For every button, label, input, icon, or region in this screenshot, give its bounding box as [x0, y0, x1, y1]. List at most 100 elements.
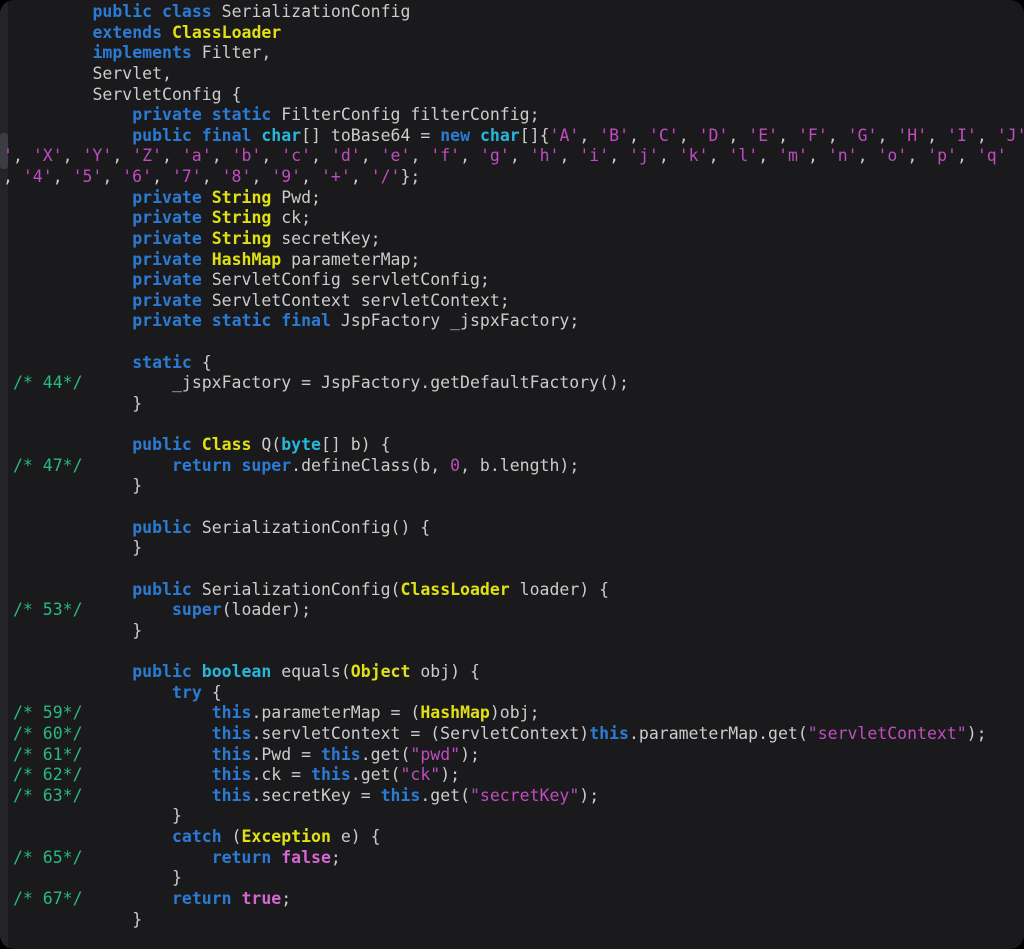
code-token-kw: private [132, 270, 202, 290]
code-token-txt: , [559, 146, 580, 166]
code-token-cmt: /* 63*/ [13, 785, 83, 805]
code-token-kw: return [211, 847, 272, 867]
terminal-window: public class SerializationConfig extends… [0, 0, 1024, 949]
code-token-str: 'h' [529, 146, 560, 166]
code-token-txt: , [52, 167, 73, 186]
code-token-txt: ); [966, 723, 987, 743]
code-token-txt: } [13, 909, 143, 929]
code-line: public SerializationConfig() { [13, 518, 1024, 539]
code-token-str: 'e' [380, 146, 411, 166]
code-token-txt: , [857, 146, 878, 166]
code-line: /* 60*/ this.servletContext = (ServletCo… [13, 724, 1024, 745]
code-line: /* 67*/ return true; [13, 889, 1024, 910]
code-token-txt: , [201, 167, 222, 186]
code-token-kw: implements [92, 43, 192, 63]
code-token-kw: static [211, 311, 272, 331]
code-token-str: 'b' [231, 146, 262, 166]
code-token-str: 'd' [330, 146, 361, 166]
code-token-txt: , [827, 125, 848, 145]
code-token-kw: this [211, 744, 252, 764]
code-token-kw: public [132, 579, 192, 599]
code-token-txt: , [728, 125, 749, 145]
code-token-txt: .defineClass(b, [291, 455, 451, 475]
code-token-txt: , [350, 167, 371, 186]
code-token-txt: Q( [251, 435, 282, 455]
code-token-txt: Filter, [191, 43, 272, 63]
code-token-cmt: /* 44*/ [13, 373, 83, 393]
code-token-txt: .get( [420, 785, 470, 805]
code-token-txt: , [907, 146, 928, 166]
code-token-str: 'g' [480, 146, 510, 166]
code-token-txt: equals( [271, 662, 351, 681]
code-token-str: 'p' [927, 146, 957, 166]
code-token-kw: this [320, 744, 361, 764]
code-line: public final char[] toBase64 = new char[… [13, 126, 1024, 147]
code-token-kw: static [211, 105, 272, 125]
code-token-str: 'E' [748, 125, 779, 145]
code-token-txt: .Pwd = [251, 744, 321, 764]
code-token-txt: , [877, 125, 898, 145]
code-token-kw: extends [92, 22, 163, 42]
code-token-kw: final [281, 311, 331, 331]
code-line: } [13, 910, 1024, 931]
code-line: catch (Exception e) { [13, 827, 1024, 848]
code-token-lit: true [241, 888, 282, 908]
code-token-kw: this [380, 785, 421, 805]
scrollbar-track[interactable] [0, 0, 8, 949]
code-token-cmt: /* 59*/ [13, 703, 83, 723]
code-line: /* 53*/ super(loader); [13, 600, 1024, 621]
code-token-txt: , [311, 146, 331, 166]
code-line: } [13, 868, 1024, 889]
code-token-txt: , [658, 146, 679, 166]
code-token-str: 'A' [549, 125, 580, 145]
code-token-prim: byte [281, 435, 321, 455]
code-token-txt: ServletContext servletContext; [201, 290, 510, 310]
code-line: public Class Q(byte[] b) { [13, 435, 1024, 456]
code-line: } [13, 806, 1024, 827]
code-line: /* 63*/ this.secretKey = this.get("secre… [13, 786, 1024, 807]
code-token-txt: .get( [350, 765, 401, 785]
code-token-txt: }; [400, 167, 421, 186]
code-token-txt: ); [579, 785, 600, 805]
code-line: implements Filter, [13, 43, 1024, 64]
code-token-cmt: /* 67*/ [13, 888, 83, 908]
code-token-str: 'H' [897, 125, 928, 145]
code-token-txt: } [13, 868, 182, 888]
code-token-str: '/' [370, 167, 401, 186]
code-line: } [13, 538, 1024, 559]
code-token-kw: this [211, 703, 252, 723]
code-token-txt: , [12, 146, 33, 166]
code-token-str: "servletContext" [807, 723, 967, 743]
code-token-str: 'J' [996, 125, 1024, 145]
code-token-kw: private [132, 228, 202, 248]
code-token-txt: , [152, 167, 172, 186]
code-token-kw: catch [171, 827, 222, 846]
code-token-txt: secretKey; [271, 228, 381, 248]
code-token-txt: , [460, 146, 480, 166]
code-line: private ServletContext servletContext; [13, 291, 1024, 312]
code-token-str: ' [3, 146, 13, 166]
code-token-txt: e) { [330, 827, 381, 846]
code-token-txt: ); [440, 765, 461, 785]
code-token-str: 'Y' [82, 146, 113, 166]
code-token-txt: , [301, 167, 321, 186]
code-line: } [13, 394, 1024, 415]
code-token-txt: , [112, 146, 133, 166]
